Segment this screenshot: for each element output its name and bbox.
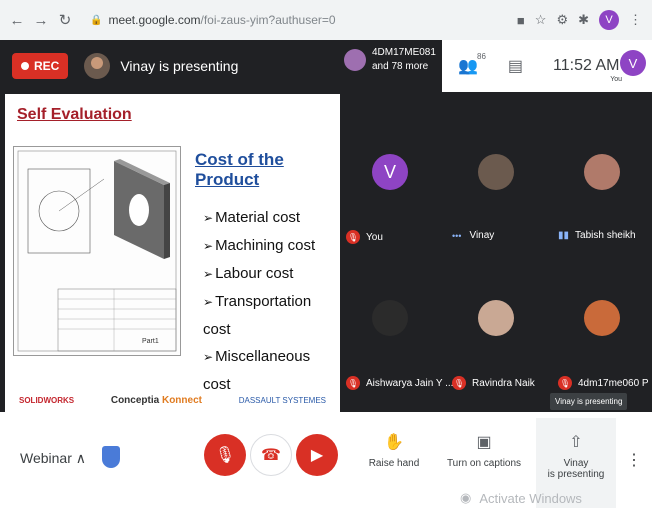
list-item: Transportation cost — [203, 288, 340, 343]
address-bar[interactable]: 🔒 meet.google.com/foi-zaus-yim?authuser=… — [90, 13, 336, 27]
list-item: Miscellaneous cost — [203, 343, 340, 398]
drawing-part-label: Part1 — [142, 338, 159, 345]
presenting-tooltip: Vinay is presenting — [550, 393, 628, 410]
presenter-bar: REC Vinay is presenting — [0, 40, 340, 92]
slide-footer-logos: SOLIDWORKS Conceptia Konnect DASSAULT SY… — [5, 395, 340, 406]
url-path: /foi-zaus-yim?authuser=0 — [200, 13, 336, 27]
windows-icon: ◉ — [460, 490, 472, 505]
captions-button[interactable]: ▣ Turn on captions — [444, 432, 524, 469]
mic-toggle-button[interactable]: 🎙 — [204, 434, 246, 476]
participant-tile[interactable]: 🎙 4dm17me060 P M... — [554, 270, 652, 390]
cost-title: Cost of the Product — [195, 150, 284, 189]
participant-tile[interactable]: 🎙 Ravindra Naik — [448, 270, 548, 390]
back-icon[interactable]: ← — [8, 11, 26, 29]
participant-id: 4DM17ME081 — [372, 47, 436, 58]
activation-watermark: ◉ Activate Windows — [460, 490, 582, 506]
engineering-drawing: Part1 — [13, 146, 181, 356]
more-participants: and 78 more — [372, 61, 429, 72]
shield-icon[interactable] — [102, 446, 120, 468]
clock: 11:52 AM — [553, 57, 620, 74]
captions-icon: ▣ — [476, 434, 492, 451]
tile-name: You — [366, 231, 383, 243]
speaking-icon: ▮▮ — [558, 230, 570, 241]
hang-up-icon: ☎ — [261, 447, 281, 464]
camera-off-icon: ▶ — [310, 447, 324, 464]
people-icon[interactable]: 👥 86 — [458, 52, 486, 76]
mic-off-icon: 🎙 — [214, 447, 236, 464]
conceptia-logo: Conceptia Konnect — [110, 395, 202, 406]
raise-hand-button[interactable]: ✋ Raise hand — [354, 432, 434, 469]
avatar — [478, 154, 514, 190]
leave-call-button[interactable]: ☎ — [250, 434, 292, 476]
avatar — [372, 300, 408, 336]
presenter-label: Vinay is presenting — [120, 58, 239, 74]
tile-name: Tabish sheikh — [575, 230, 636, 241]
puzzle-icon[interactable]: ✱ — [578, 12, 589, 28]
cost-list: Material cost Machining cost Labour cost… — [203, 204, 340, 398]
extension-icon[interactable]: ⚙ — [556, 12, 568, 28]
forward-icon[interactable]: → — [32, 11, 50, 29]
presenter-avatar — [84, 53, 111, 79]
slide-title: Self Evaluation — [17, 106, 132, 123]
meet-stage: REC Vinay is presenting 4DM17ME081 and 7… — [0, 40, 652, 412]
reload-icon[interactable]: ↻ — [56, 11, 74, 29]
camera-toggle-button[interactable]: ▶ — [296, 434, 338, 476]
avatar: V — [372, 154, 408, 190]
list-item: Material cost — [203, 204, 340, 232]
rec-label: REC — [34, 59, 60, 73]
mic-off-icon: 🎙 — [346, 230, 360, 244]
mic-off-icon: 🎙 — [346, 376, 360, 390]
self-label: You — [610, 76, 622, 83]
avatar — [584, 300, 620, 336]
recording-badge: REC — [12, 53, 69, 79]
avatar — [584, 154, 620, 190]
participant-tile[interactable]: V 🎙 You — [342, 124, 442, 244]
participant-tile[interactable]: ••• Vinay — [448, 124, 548, 241]
tile-name: 4dm17me060 P M... — [578, 377, 652, 389]
list-item: Machining cost — [203, 232, 340, 260]
camera-icon[interactable]: ■ — [517, 13, 525, 28]
more-options-icon[interactable]: ⋮ — [626, 450, 642, 470]
participants-summary[interactable]: 4DM17ME081 and 78 more — [344, 46, 436, 74]
list-item: Labour cost — [203, 260, 340, 288]
presentation-slide: Self Evaluation Part1 Cost of the Produc… — [5, 94, 340, 412]
profile-avatar[interactable]: V — [599, 10, 619, 30]
participant-count: 86 — [477, 52, 486, 61]
mic-off-icon: 🎙 — [452, 376, 466, 390]
url-host: meet.google.com — [108, 13, 201, 27]
hand-icon: ✋ — [384, 434, 404, 451]
participant-avatar — [344, 49, 366, 71]
dassault-logo: DASSAULT SYSTEMES — [238, 396, 326, 405]
chat-icon[interactable]: ▤ — [508, 56, 523, 76]
menu-icon[interactable]: ⋮ — [629, 12, 642, 28]
record-dot-icon — [21, 62, 29, 70]
present-icon: ⇧ — [569, 434, 583, 451]
browser-toolbar: ← → ↻ 🔒 meet.google.com/foi-zaus-yim?aut… — [0, 0, 652, 40]
avatar — [478, 300, 514, 336]
self-avatar[interactable]: V — [620, 50, 646, 76]
tile-name: Ravindra Naik — [472, 377, 535, 389]
presenting-dots-icon: ••• — [452, 230, 462, 241]
meeting-info-panel: 👥 86 ▤ 11:52 AM V You — [442, 40, 652, 92]
meeting-controls: Webinar ∧ 🎙 ☎ ▶ ✋ Raise hand ▣ Turn on cap… — [0, 412, 652, 508]
star-icon[interactable]: ☆ — [535, 12, 547, 28]
participant-tile[interactable]: 🎙 Aishwarya Jain Y ... — [342, 270, 453, 390]
solidworks-logo: SOLIDWORKS — [19, 396, 75, 405]
tile-name: Aishwarya Jain Y ... — [366, 377, 454, 389]
meeting-details-button[interactable]: Webinar ∧ — [20, 450, 86, 467]
tile-name: Vinay — [469, 230, 495, 241]
participant-tile[interactable]: ▮▮ Tabish sheikh — [554, 124, 652, 241]
lock-icon: 🔒 — [90, 14, 103, 26]
mic-off-icon: 🎙 — [558, 376, 572, 390]
